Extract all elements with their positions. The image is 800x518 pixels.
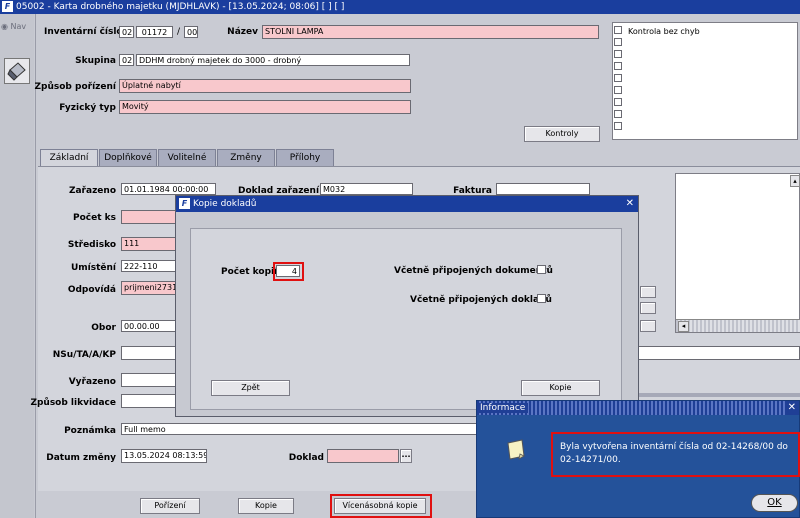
note-icon (507, 439, 525, 460)
vyrazeno-label: Vyřazeno (68, 377, 116, 387)
poznamka-label: Poznámka (64, 426, 116, 436)
kopie-dialog-close-icon[interactable]: ✕ (626, 196, 634, 212)
tab-zmeny[interactable]: Změny (217, 149, 275, 166)
kontrola-checkbox-column (614, 26, 624, 134)
side-small-button[interactable] (640, 286, 656, 298)
left-side-strip (0, 14, 34, 518)
side-small-button[interactable] (640, 320, 656, 332)
datum-zmeny-field[interactable]: 13.05.2024 08:13:59 (121, 449, 207, 463)
zpusob-likvidace-label: Způsob likvidace (30, 398, 116, 408)
kontrola-row-checkbox[interactable] (614, 38, 622, 46)
inv-number-part3[interactable]: 00 (184, 26, 198, 38)
kontrola-row-checkbox[interactable] (614, 50, 622, 58)
attachment-scrollbar[interactable]: ◂ (676, 319, 800, 332)
obor-field[interactable]: 00.00.00 (121, 320, 176, 332)
kopie-button[interactable]: Kopie (238, 498, 294, 514)
kontrola-row-checkbox[interactable] (614, 74, 622, 82)
inv-number-label: Inventární číslo (44, 27, 123, 37)
pocet-kopii-highlight (273, 262, 304, 281)
gray-bar (636, 393, 800, 397)
poznamka-field[interactable]: Full memo (121, 423, 481, 435)
window-title-bar: F 05002 - Karta drobného majetku (MJDHLAV… (0, 0, 800, 14)
umisteni-field[interactable]: 222-110 (121, 260, 176, 272)
nav-radio-icon: ◉ (1, 22, 8, 31)
kopie-dialog-button[interactable]: Kopie (521, 380, 600, 396)
odpovida-field[interactable]: prijmeni2731 (121, 281, 176, 295)
umisteni-label: Umístění (70, 263, 116, 273)
fyzicky-typ-field[interactable]: Movitý (119, 100, 411, 114)
inv-number-part2[interactable]: 01172 (136, 26, 173, 38)
vyrazeno-field[interactable] (121, 373, 176, 387)
attachment-list[interactable] (675, 173, 800, 333)
kopie-dialog-title-bar: F Kopie dokladů ✕ (176, 196, 638, 212)
nav-indicator[interactable]: ◉ Nav (1, 22, 26, 31)
zarazeno-label: Zařazeno (68, 186, 116, 196)
nsu-extended-field[interactable] (636, 346, 800, 360)
tab-volitelne[interactable]: Volitelné (158, 149, 216, 166)
info-dialog-title-bar: Informace ✕ (477, 401, 799, 415)
pocet-ks-label: Počet ks (73, 213, 116, 223)
side-small-button[interactable] (640, 302, 656, 314)
window-title: 05002 - Karta drobného majetku (MJDHLAVK… (16, 2, 345, 12)
eraser-icon (7, 62, 26, 81)
vcetne-dokladu-label: Včetně připojených dokladů (410, 295, 552, 305)
app-logo-icon: F (2, 1, 13, 12)
odpovida-label: Odpovídá (67, 285, 116, 295)
doklad-field[interactable] (327, 449, 399, 463)
kopie-dialog-title: Kopie dokladů (193, 199, 257, 209)
inv-number-separator: / (177, 27, 181, 37)
doklad-zarazeni-field[interactable]: M032 (320, 183, 413, 195)
kontrola-label: Kontrola bez chyb (628, 27, 700, 36)
kontrola-row-checkbox[interactable] (614, 62, 622, 70)
doklad-label: Doklad (288, 453, 324, 463)
vertical-scroll-arrow[interactable]: ▴ (790, 175, 800, 187)
kontroly-button[interactable]: Kontroly (524, 126, 600, 142)
app-logo-icon: F (179, 198, 190, 209)
kontrola-checkbox[interactable] (614, 26, 622, 34)
inv-number-part1[interactable]: 02 (119, 26, 134, 38)
obor-label: Obor (91, 323, 116, 333)
vicenasobna-highlight (330, 494, 432, 518)
zpusob-porizeni-field[interactable]: Úplatné nabytí (119, 79, 411, 93)
nazev-label: Název (227, 27, 258, 37)
stredisko-field[interactable]: 111 (121, 237, 176, 251)
kontrola-row-checkbox[interactable] (614, 122, 622, 130)
info-dialog-title: Informace (477, 403, 529, 413)
tab-doplnkove[interactable]: Doplňkové (99, 149, 157, 166)
fyzicky-typ-label: Fyzický typ (59, 103, 116, 113)
kontrola-row-checkbox[interactable] (614, 86, 622, 94)
datum-zmeny-label: Datum změny (46, 453, 116, 463)
vcetne-dokumentu-checkbox[interactable] (537, 265, 546, 274)
pocet-ks-field[interactable] (121, 210, 176, 224)
info-message-highlight (551, 432, 800, 477)
tab-zakladni[interactable]: Základní (40, 149, 98, 166)
scroll-left-arrow[interactable]: ◂ (678, 321, 689, 332)
faktura-field[interactable] (496, 183, 590, 195)
pocet-kopii-label: Počet kopií (221, 267, 278, 277)
nsu-field[interactable] (121, 346, 176, 360)
tool-button[interactable] (4, 58, 30, 84)
zarazeno-field[interactable]: 01.01.1984 00:00:00 (121, 183, 216, 195)
kontrola-row-checkbox[interactable] (614, 110, 622, 118)
kontrola-row-checkbox[interactable] (614, 98, 622, 106)
ok-button[interactable]: OK (751, 494, 798, 512)
tab-prilohy[interactable]: Přílohy (276, 149, 334, 166)
vcetne-dokumentu-label: Včetně připojených dokumentů (394, 266, 553, 276)
nsu-label: NSu/TA/A/KP (52, 350, 116, 360)
nazev-field[interactable]: STOLNI LAMPA (262, 25, 599, 39)
porizeni-button[interactable]: Pořízení (140, 498, 200, 514)
doklad-lookup-button[interactable]: ... (400, 449, 412, 463)
info-dialog-close-icon[interactable]: ✕ (786, 401, 797, 415)
skupina-code-field[interactable]: 02 (119, 54, 134, 66)
skupina-name-field[interactable]: DDHM drobný majetek do 3000 - drobný (136, 54, 410, 66)
stredisko-label: Středisko (67, 240, 116, 250)
kontrola-list[interactable] (612, 22, 798, 140)
vcetne-dokladu-checkbox[interactable] (537, 294, 546, 303)
zpet-button[interactable]: Zpět (211, 380, 290, 396)
skupina-label: Skupina (75, 56, 116, 66)
zpusob-porizeni-label: Způsob pořízení (34, 82, 116, 92)
zpusob-likvidace-field[interactable] (121, 394, 176, 408)
